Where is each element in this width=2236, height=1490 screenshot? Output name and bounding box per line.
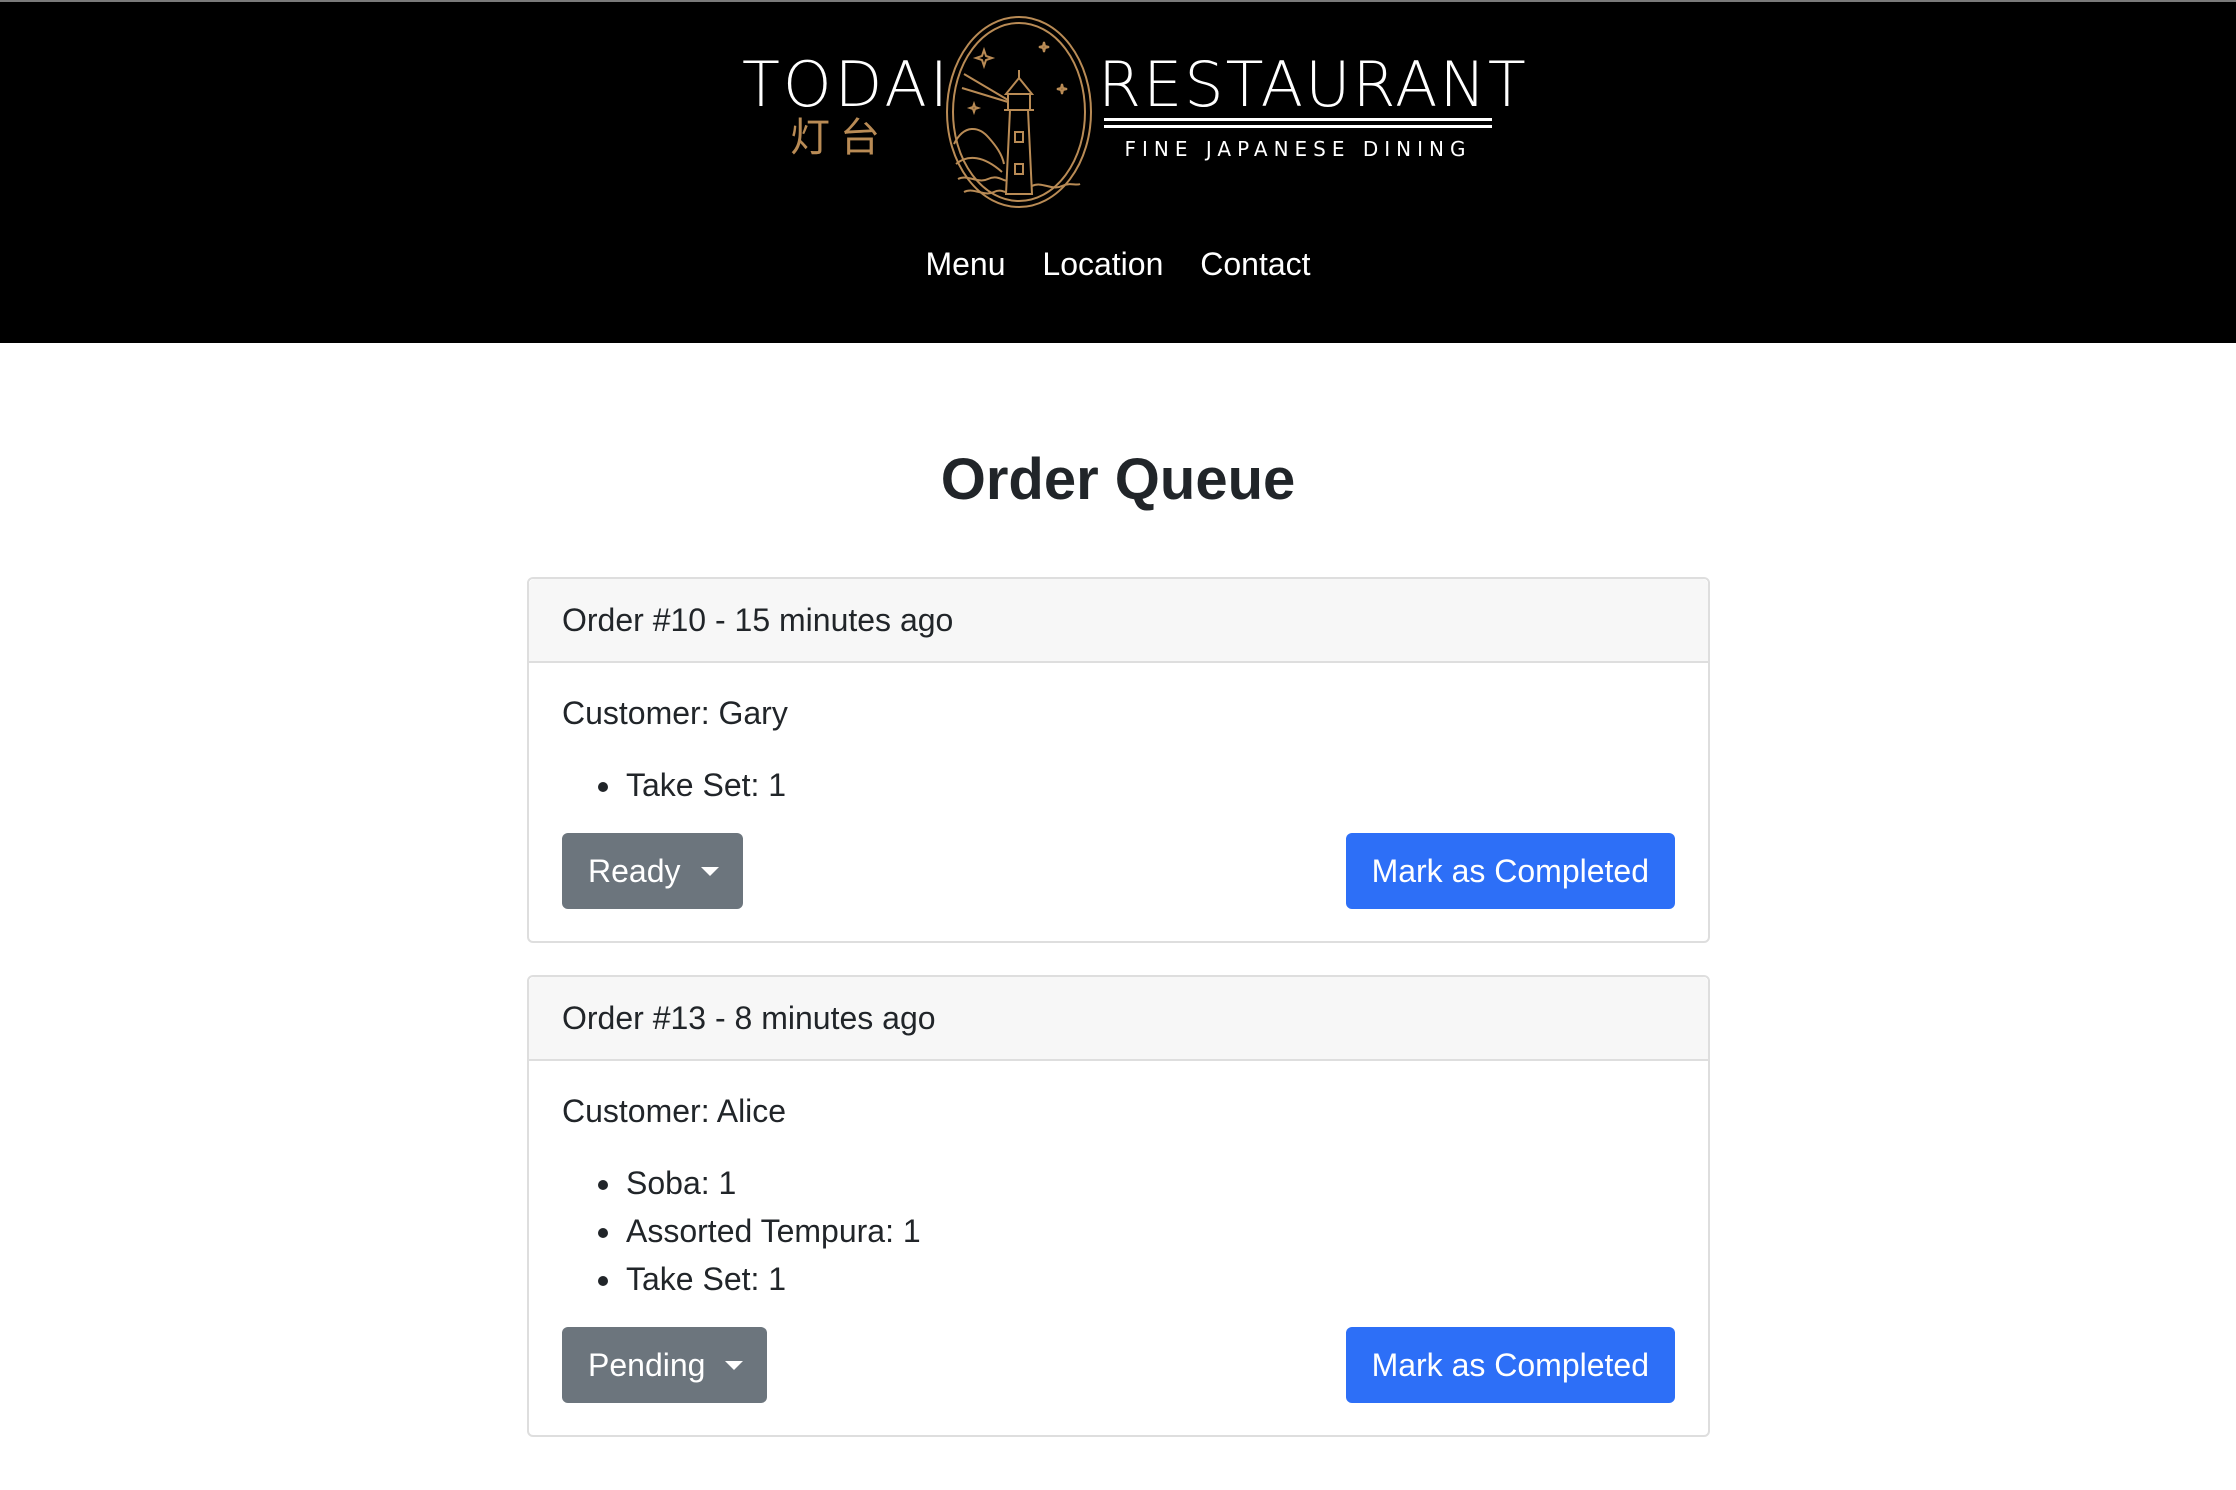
main-nav: Menu Location Contact — [0, 246, 2236, 283]
brand-logo[interactable]: TODAI 灯台 RESTAURANT FINE JAPANESE DINING — [0, 0, 2236, 220]
lighthouse-emblem-icon — [946, 16, 1092, 208]
brand-tagline: FINE JAPANESE DINING — [1124, 137, 1472, 161]
brand-left-word: TODAI — [742, 48, 952, 121]
order-list: Order #10 - 15 minutes ago Customer: Gar… — [527, 577, 1710, 1469]
order-header: Order #13 - 8 minutes ago — [529, 977, 1708, 1061]
order-card: Order #10 - 15 minutes ago Customer: Gar… — [527, 577, 1710, 943]
mark-completed-button[interactable]: Mark as Completed — [1345, 833, 1675, 909]
brand-kanji: 灯台 — [790, 115, 890, 161]
order-body: Customer: Alice Soba: 1 Assorted Tempura… — [529, 1061, 1708, 1435]
order-header: Order #10 - 15 minutes ago — [529, 579, 1708, 663]
order-customer: Customer: Gary — [562, 695, 788, 731]
order-card: Order #13 - 8 minutes ago Customer: Alic… — [527, 975, 1710, 1437]
nav-link-contact[interactable]: Contact — [1200, 246, 1310, 283]
nav-link-location[interactable]: Location — [1042, 246, 1163, 283]
order-actions: Ready Mark as Completed — [562, 833, 1675, 909]
nav-link-menu[interactable]: Menu — [925, 246, 1005, 283]
status-dropdown-button[interactable]: Pending — [562, 1327, 768, 1403]
status-dropdown-button[interactable]: Ready — [562, 833, 743, 909]
order-body: Customer: Gary Take Set: 1 Ready Mark as… — [529, 663, 1708, 941]
status-label: Pending — [588, 1346, 706, 1383]
caret-down-icon — [725, 1360, 744, 1370]
brand-divider — [1104, 118, 1492, 128]
mark-completed-button[interactable]: Mark as Completed — [1345, 1327, 1675, 1403]
order-items-list: Soba: 1 Assorted Tempura: 1 Take Set: 1 — [562, 1159, 1675, 1303]
status-label: Ready — [588, 852, 681, 889]
order-customer: Customer: Alice — [562, 1093, 787, 1129]
brand-right-word: RESTAURANT — [1098, 48, 1528, 121]
order-item: Soba: 1 — [562, 1159, 1675, 1207]
site-header: TODAI 灯台 RESTAURANT FINE JAPANESE DINING… — [0, 0, 2236, 343]
order-item: Assorted Tempura: 1 — [562, 1207, 1675, 1255]
order-item: Take Set: 1 — [562, 761, 1675, 809]
page-title: Order Queue — [940, 447, 1296, 512]
caret-down-icon — [700, 866, 719, 876]
order-actions: Pending Mark as Completed — [562, 1327, 1675, 1403]
order-item: Take Set: 1 — [562, 1255, 1675, 1303]
order-items-list: Take Set: 1 — [562, 761, 1675, 809]
